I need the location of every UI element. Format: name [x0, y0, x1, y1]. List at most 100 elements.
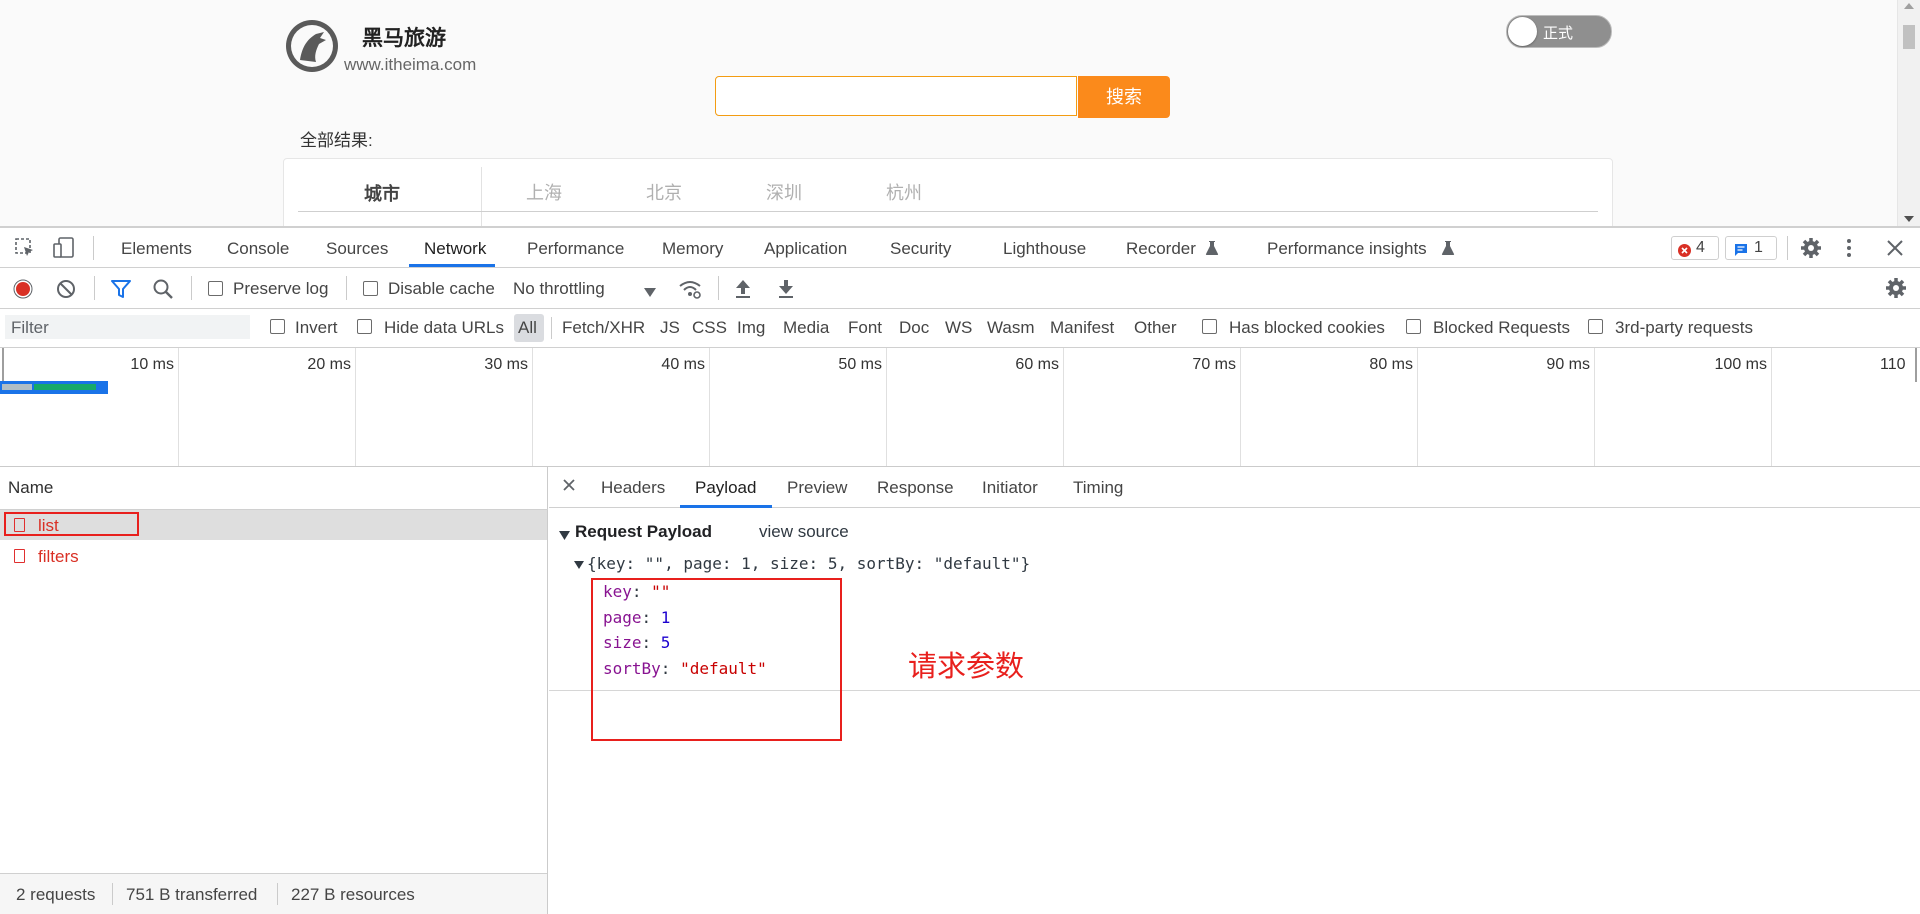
scroll-down-icon[interactable]: [1904, 216, 1914, 222]
divider: [346, 276, 347, 300]
network-overview-timeline[interactable]: 10 ms 20 ms 30 ms 40 ms 50 ms 60 ms 70 m…: [0, 348, 1920, 467]
divider: [277, 883, 278, 905]
dropdown-arrow-icon[interactable]: [644, 284, 656, 302]
close-devtools-icon[interactable]: [1886, 239, 1904, 262]
throttling-select[interactable]: No throttling: [513, 279, 605, 299]
settings-gear-icon[interactable]: [1800, 237, 1822, 264]
third-party-checkbox[interactable]: [1588, 319, 1603, 334]
tab-response[interactable]: Response: [877, 478, 954, 498]
view-source-link[interactable]: view source: [759, 522, 849, 542]
page-scrollbar[interactable]: [1897, 0, 1920, 226]
city-option[interactable]: 上海: [526, 179, 562, 205]
error-icon: [1678, 242, 1691, 264]
type-filter-other[interactable]: Other: [1134, 318, 1177, 338]
search-button[interactable]: 搜索: [1078, 76, 1170, 118]
city-option[interactable]: 北京: [646, 179, 682, 205]
request-payload-title: Request Payload: [575, 522, 712, 541]
message-count-badge[interactable]: 1: [1725, 236, 1777, 260]
annotation-label: 请求参数: [908, 651, 1025, 683]
tab-payload[interactable]: Payload: [695, 478, 756, 498]
more-options-icon[interactable]: [1845, 237, 1853, 264]
network-settings-gear-icon[interactable]: [1885, 277, 1907, 304]
inspect-element-icon[interactable]: [14, 237, 36, 264]
tab-performance-insights[interactable]: Performance insights: [1267, 239, 1427, 259]
type-filter-fetch-xhr[interactable]: Fetch/XHR: [562, 318, 645, 338]
hide-data-urls-checkbox[interactable]: [357, 319, 372, 334]
brand-url: www.itheima.com: [344, 55, 477, 74]
type-filter-img[interactable]: Img: [737, 318, 765, 338]
export-har-download-icon[interactable]: [776, 278, 796, 305]
preserve-log-checkbox[interactable]: [208, 281, 223, 296]
tab-headers[interactable]: Headers: [601, 478, 665, 498]
grid-line: [355, 348, 356, 466]
type-filter-font[interactable]: Font: [848, 318, 882, 338]
file-icon: [14, 549, 25, 563]
environment-toggle[interactable]: 正式: [1506, 15, 1612, 48]
tab-application[interactable]: Application: [764, 239, 847, 259]
has-blocked-cookies-checkbox[interactable]: [1202, 319, 1217, 334]
city-option[interactable]: 杭州: [886, 179, 922, 205]
filter-funnel-icon[interactable]: [110, 278, 132, 305]
name-header-label: Name: [8, 478, 54, 497]
timeline-end-handle[interactable]: [1915, 348, 1917, 382]
search-icon[interactable]: [152, 278, 174, 305]
scroll-thumb[interactable]: [1903, 25, 1915, 49]
has-blocked-cookies-label: Has blocked cookies: [1229, 318, 1385, 337]
tab-console[interactable]: Console: [227, 239, 289, 259]
city-option[interactable]: 深圳: [766, 179, 802, 205]
record-icon[interactable]: [13, 279, 33, 304]
timeline-label: 30 ms: [484, 356, 528, 373]
type-filter-ws[interactable]: WS: [945, 318, 972, 338]
tab-lighthouse[interactable]: Lighthouse: [1003, 239, 1086, 259]
type-filter-doc[interactable]: Doc: [899, 318, 929, 338]
tab-timing[interactable]: Timing: [1073, 478, 1123, 498]
tab-recorder[interactable]: Recorder: [1126, 239, 1196, 259]
network-conditions-wifi-icon[interactable]: [678, 278, 702, 305]
name-column-header[interactable]: Name: [0, 467, 548, 510]
type-filter-js[interactable]: JS: [660, 318, 680, 338]
blocked-requests-checkbox[interactable]: [1406, 319, 1421, 334]
close-detail-icon[interactable]: [562, 478, 576, 497]
tab-performance[interactable]: Performance: [527, 239, 624, 259]
webpage-viewport: 黑马旅游 www.itheima.com 正式 搜索 全部结果: 城市 上海 北…: [0, 0, 1920, 226]
tab-network[interactable]: Network: [424, 239, 486, 259]
timeline-label: 10 ms: [130, 356, 174, 373]
type-filter-manifest[interactable]: Manifest: [1050, 318, 1114, 338]
disable-cache-checkbox[interactable]: [363, 281, 378, 296]
divider: [718, 276, 719, 300]
invert-checkbox[interactable]: [270, 319, 285, 334]
tab-memory[interactable]: Memory: [662, 239, 723, 259]
network-filter-bar: Filter Invert Hide data URLs All Fetch/X…: [0, 309, 1920, 348]
filter-input[interactable]: Filter: [5, 315, 250, 339]
grid-line: [1240, 348, 1241, 466]
device-toolbar-icon[interactable]: [52, 236, 76, 265]
network-status-bar: 2 requests 751 B transferred 227 B resou…: [0, 873, 547, 914]
tab-initiator[interactable]: Initiator: [982, 478, 1038, 498]
scroll-up-icon[interactable]: [1904, 3, 1914, 9]
payload-summary[interactable]: {key: "", page: 1, size: 5, sortBy: "def…: [587, 554, 1030, 573]
tab-security[interactable]: Security: [890, 239, 951, 259]
import-har-upload-icon[interactable]: [733, 278, 753, 305]
tab-sources[interactable]: Sources: [326, 239, 388, 259]
error-count-badge[interactable]: 4: [1671, 236, 1719, 260]
type-filter-css[interactable]: CSS: [692, 318, 727, 338]
expand-triangle-icon[interactable]: [574, 556, 584, 574]
tab-elements[interactable]: Elements: [121, 239, 192, 259]
divider: [1787, 236, 1788, 260]
type-filter-media[interactable]: Media: [783, 318, 829, 338]
search-input[interactable]: [715, 76, 1077, 116]
request-row-filters[interactable]: filters: [0, 541, 547, 571]
clear-icon[interactable]: [56, 279, 76, 304]
invert-label: Invert: [295, 318, 338, 337]
tab-preview[interactable]: Preview: [787, 478, 847, 498]
expand-triangle-icon[interactable]: [559, 527, 570, 545]
request-count: 2 requests: [16, 885, 96, 904]
type-filter-all[interactable]: All: [518, 318, 537, 338]
timeline-start-handle[interactable]: [2, 348, 4, 382]
resources-size: 227 B resources: [291, 885, 415, 904]
annotation-highlight-box: [4, 512, 139, 536]
active-tab-indicator: [409, 264, 495, 267]
type-filter-wasm[interactable]: Wasm: [987, 318, 1035, 338]
request-name: filters: [38, 547, 79, 566]
active-detail-tab-indicator: [680, 505, 772, 508]
